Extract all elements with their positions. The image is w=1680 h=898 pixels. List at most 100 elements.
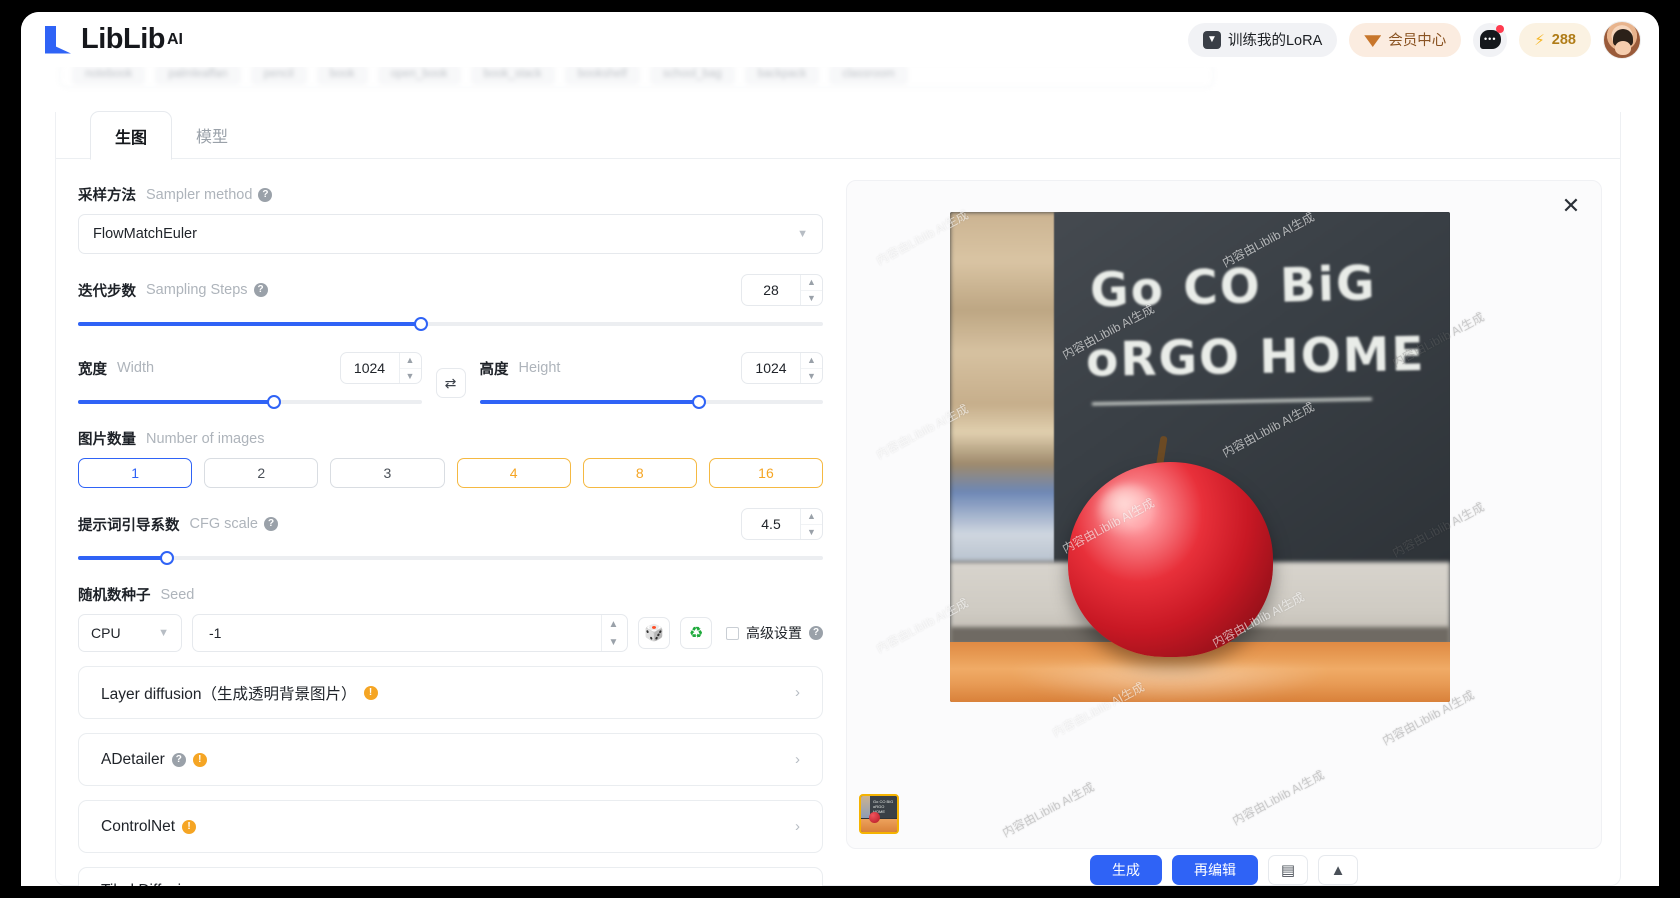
tab-generate[interactable]: 生图 [90,111,173,160]
close-icon[interactable]: ✕ [1559,195,1583,219]
accordion-layer-diffusion[interactable]: Layer diffusion（生成透明背景图片） ! › [78,666,823,719]
accordion-adetailer-title: ADetailer [101,750,165,768]
steps-spinner[interactable]: ▲ ▼ [800,275,822,305]
height-slider[interactable] [479,394,823,410]
list-item[interactable]: school_bag [649,65,735,85]
list-item[interactable]: open_book [377,65,461,85]
list-item[interactable]: pencil [250,65,307,85]
chevron-left-icon: ◀ [790,883,800,886]
list-item[interactable]: backpack [744,65,820,85]
tab-model[interactable]: 模型 [172,111,252,160]
chevron-down-icon: ▼ [158,627,169,639]
cfg-label-cn: 提示词引导系数 [78,517,180,534]
width-input[interactable] [340,353,399,383]
steps-stepper[interactable]: ▲▼ [741,274,823,306]
panel-tabs: 生图 模型 [90,111,252,160]
width-label-en: Width [117,360,155,376]
help-icon[interactable]: ? [171,752,186,767]
cfg-slider[interactable] [78,550,823,566]
logo-superscript: AI [166,30,183,48]
image-count-option-8[interactable]: 8 [582,458,697,488]
settings-column: 采样方法 Sampler method ? FlowMatchEuler ▼ 迭… [78,172,824,886]
accordion-adetailer[interactable]: ADetailer ? ! › [78,733,823,786]
width-spinner[interactable]: ▲ ▼ [398,353,421,383]
recycle-icon[interactable]: ♻ [680,617,712,649]
image-count-option-1[interactable]: 1 [78,458,193,488]
seed-input-wrap[interactable]: ▲▼ [192,614,628,652]
width-stepper[interactable]: ▲▼ [339,352,422,384]
chalk-text-line1: Go CO BiG [1089,256,1378,319]
seed-label-en: Seed [160,586,195,603]
image-count-label-en: Number of images [146,430,265,447]
bolt-icon: ⚡ [1534,31,1545,49]
watermark: 内容由Liblib AI生成 [999,779,1097,841]
help-icon[interactable]: ? [258,187,273,202]
list-item[interactable]: book_stack [470,65,555,85]
list-item[interactable]: book [316,65,368,85]
list-item[interactable]: classroom [829,65,908,85]
width-label-cn: 宽度 [78,361,107,378]
image-count-option-16[interactable]: 16 [708,458,824,488]
height-spinner[interactable]: ▲ ▼ [800,353,822,383]
height-stepper[interactable]: ▲▼ [741,352,823,384]
generated-image[interactable]: Go CO BiG oRGO HOME [950,212,1450,702]
list-item[interactable]: palmleaffan [155,65,241,85]
help-icon[interactable]: ? [809,626,823,640]
app-header: LibLib AI ▼ 训练我的LoRA 会员中心 ••• ⚡ 288 [21,12,1659,67]
train-lora-label: 训练我的LoRA [1227,33,1323,49]
board-icon[interactable]: ▤ [1268,855,1308,885]
swap-icon[interactable]: ⇄ [435,368,466,398]
train-lora-button[interactable]: ▼ 训练我的LoRA [1187,22,1338,57]
header-actions: ▼ 训练我的LoRA 会员中心 ••• ⚡ 288 [1187,20,1641,59]
help-icon[interactable]: ? [253,283,268,297]
sampler-label-en: Sampler method [146,186,253,203]
chevron-down-icon: ▼ [797,228,808,240]
tabs-divider [56,158,1620,159]
sampler-select[interactable]: FlowMatchEuler ▼ [78,214,823,254]
advanced-checkbox[interactable] [726,626,739,640]
re-edit-button[interactable]: 再编辑 [1172,855,1258,885]
preview-action-bar: 生成 再编辑 ▤ ▲ [846,845,1602,885]
steps-slider[interactable] [78,316,823,332]
advanced-settings-toggle[interactable]: 高级设置 ? [726,623,823,643]
warning-icon: ! [192,752,207,767]
dice-icon[interactable]: 🎲 [638,617,670,649]
image-bookshelf [950,212,1058,562]
image-count-option-4[interactable]: 4 [456,458,571,488]
list-item[interactable]: notebook [72,65,146,85]
image-count-option-2[interactable]: 2 [204,458,319,488]
preview-card: ✕ Go CO BiG oRGO HOME 内容由Liblib AI生成 内容由… [846,180,1602,849]
shield-icon: ▼ [1202,30,1221,49]
image-apple-highlight [1098,484,1160,538]
cfg-input[interactable] [742,509,800,539]
accordion-tiled-diffusion-title: Tiled Diffusion [101,882,198,886]
points-badge[interactable]: ⚡ 288 [1519,22,1591,57]
chat-button[interactable]: ••• [1473,22,1508,57]
accordion-controlnet-title: ControlNet [101,817,176,835]
accordion-controlnet[interactable]: ControlNet ! › [78,800,823,853]
accordion-tiled-diffusion[interactable]: Tiled Diffusion ◀ [78,867,823,886]
cfg-stepper[interactable]: ▲▼ [741,508,823,540]
image-count-options: 1 2 3 4 8 16 [78,458,824,488]
up-icon[interactable]: ▲ [1318,855,1358,885]
generate-button[interactable]: 生成 [1090,855,1162,885]
preview-column: ✕ Go CO BiG oRGO HOME 内容由Liblib AI生成 内容由… [846,172,1602,885]
chat-icon: ••• [1479,30,1501,49]
sampler-label: 采样方法 Sampler method ? [78,184,823,205]
seed-spinner[interactable]: ▲ ▼ [601,615,625,651]
avatar[interactable] [1603,20,1641,59]
cfg-spinner[interactable]: ▲ ▼ [800,509,822,539]
seed-input[interactable] [207,624,601,642]
help-icon[interactable]: ? [264,517,278,531]
image-count-label-cn: 图片数量 [78,432,136,448]
vip-center-button[interactable]: 会员中心 [1349,22,1462,57]
width-slider[interactable] [78,394,422,410]
generated-image-thumbnail[interactable]: Go CO BiG oRGO HOME [859,794,899,834]
steps-input[interactable] [742,275,800,305]
seed-device-select[interactable]: CPU ▼ [78,614,182,652]
image-count-option-3[interactable]: 3 [330,458,445,488]
liblib-logo[interactable]: LibLib AI [43,25,183,55]
seed-label: 随机数种子 Seed [78,584,823,605]
height-input[interactable] [742,353,800,383]
list-item[interactable]: bookshelf [564,65,640,85]
